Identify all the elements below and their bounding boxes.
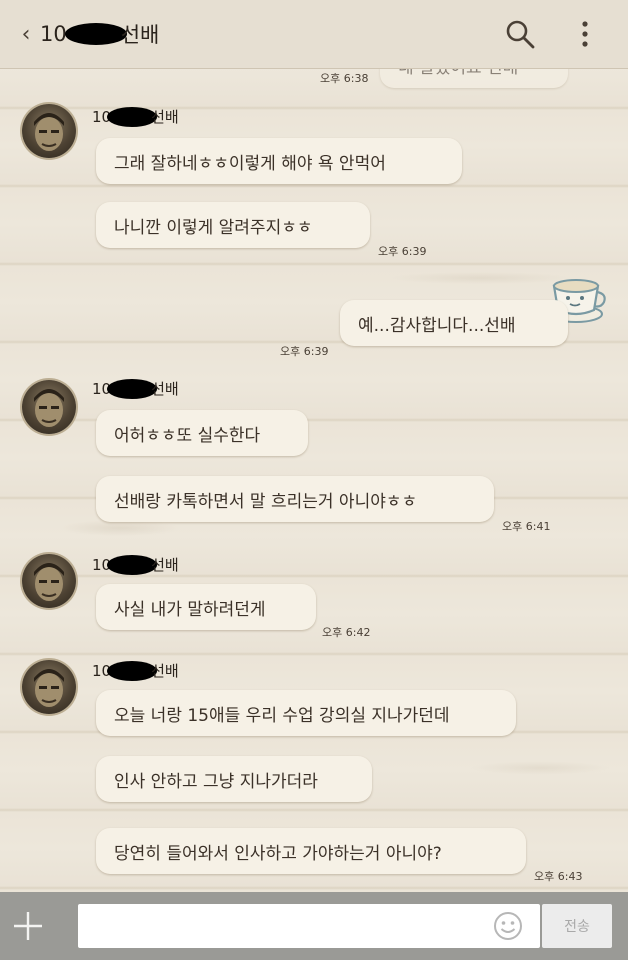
- message-bubble[interactable]: 어허ㅎㅎ또 실수한다: [96, 410, 308, 456]
- message-time: 오후 6:42: [322, 626, 371, 639]
- avatar-face-icon: [34, 563, 64, 601]
- message-text: 예...감사합니다...선배: [358, 315, 516, 336]
- message-text: 오늘 너랑 15애들 우리 수업 강의실 지나가던데: [114, 705, 450, 726]
- sender-name: 10 선배: [92, 378, 179, 399]
- sender-suffix: 선배: [151, 380, 179, 398]
- attach-plus-icon[interactable]: [0, 892, 56, 960]
- avatar-face-icon: [34, 669, 64, 707]
- message-text: 선배랑 카톡하면서 말 흐리는거 아니야ㅎㅎ: [114, 491, 418, 512]
- sender-name: 10 선배: [92, 660, 179, 681]
- avatar[interactable]: [22, 660, 76, 714]
- redaction-mark: [107, 378, 158, 399]
- redaction-mark: [107, 554, 158, 575]
- message-bubble[interactable]: 그래 잘하네ㅎㅎ이렇게 해야 욕 안먹어: [96, 138, 462, 184]
- avatar-face-icon: [34, 389, 64, 427]
- message-time: 오후 6:38: [320, 72, 369, 85]
- message-text: 네 알겠어요 선배: [398, 68, 518, 78]
- message-text: 사실 내가 말하려던게: [114, 599, 266, 620]
- avatar-face-icon: [34, 113, 64, 151]
- input-bar: 전송: [0, 892, 628, 960]
- title-prefix: 10: [40, 22, 67, 46]
- message-bubble[interactable]: 사실 내가 말하려던게: [96, 584, 316, 630]
- message-list[interactable]: 네 알겠어요 선배 오후 6:38 10 선배 그래 잘하네ㅎㅎ이렇게 해야 욕…: [0, 68, 628, 892]
- emoji-icon[interactable]: [492, 910, 524, 942]
- sender-suffix: 선배: [151, 108, 179, 126]
- message-bubble[interactable]: 인사 안하고 그냥 지나가더라: [96, 756, 372, 802]
- message-bubble[interactable]: 오늘 너랑 15애들 우리 수업 강의실 지나가던데: [96, 690, 516, 736]
- sender-suffix: 선배: [151, 556, 179, 574]
- redaction-mark: [107, 106, 158, 127]
- message-bubble[interactable]: 선배랑 카톡하면서 말 흐리는거 아니야ㅎㅎ: [96, 476, 494, 522]
- message-text: 인사 안하고 그냥 지나가더라: [114, 771, 318, 792]
- sender-name: 10 선배: [92, 554, 179, 575]
- search-icon[interactable]: [504, 18, 536, 50]
- redaction-mark: [64, 23, 127, 45]
- message-text: 그래 잘하네ㅎㅎ이렇게 해야 욕 안먹어: [114, 153, 386, 174]
- message-time: 오후 6:43: [534, 870, 583, 883]
- avatar[interactable]: [22, 380, 76, 434]
- title-suffix: 선배: [120, 23, 160, 47]
- chat-title: 10 선배: [40, 19, 159, 49]
- message-time: 오후 6:41: [502, 520, 551, 533]
- redaction-mark: [107, 660, 158, 681]
- message-bubble-mine[interactable]: 예...감사합니다...선배: [340, 300, 568, 346]
- plus-icon: [14, 912, 42, 940]
- chat-screen: ‹ 10 선배 네 알겠어요 선배 오후 6:38: [0, 0, 628, 960]
- message-text: 당연히 들어와서 인사하고 가야하는거 아니야?: [114, 843, 442, 864]
- chat-header: ‹ 10 선배: [0, 0, 628, 69]
- avatar[interactable]: [22, 554, 76, 608]
- message-bubble-mine-partial: 네 알겠어요 선배: [380, 68, 568, 88]
- message-bubble[interactable]: 나니깐 이렇게 알려주지ㅎㅎ: [96, 202, 370, 248]
- message-bubble[interactable]: 당연히 들어와서 인사하고 가야하는거 아니야?: [96, 828, 526, 874]
- message-time: 오후 6:39: [378, 245, 427, 258]
- message-text: 어허ㅎㅎ또 실수한다: [114, 425, 261, 446]
- message-text: 나니깐 이렇게 알려주지ㅎㅎ: [114, 217, 313, 238]
- message-time: 오후 6:39: [280, 345, 329, 358]
- avatar[interactable]: [22, 104, 76, 158]
- message-input[interactable]: [78, 904, 540, 948]
- sender-name: 10 선배: [92, 106, 179, 127]
- send-button[interactable]: 전송: [542, 904, 612, 948]
- more-options-icon[interactable]: [578, 18, 592, 50]
- back-button[interactable]: ‹: [12, 22, 40, 47]
- sender-suffix: 선배: [151, 662, 179, 680]
